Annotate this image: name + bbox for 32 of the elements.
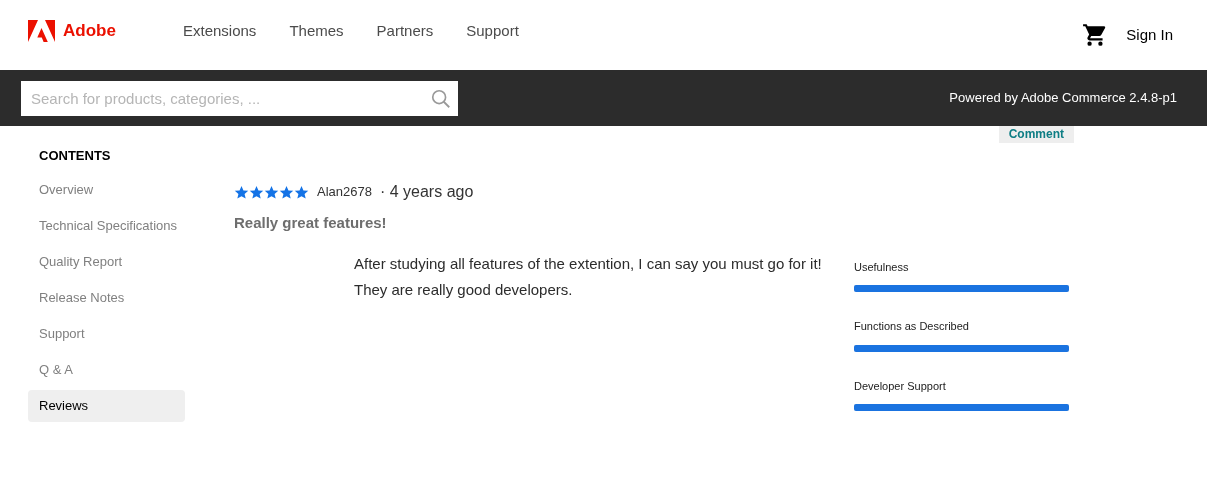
nav-link[interactable]: Themes — [289, 19, 344, 43]
nav-link[interactable]: Support — [466, 19, 519, 43]
review-text: They are really good developers. — [354, 279, 574, 300]
star-icon — [294, 184, 309, 200]
sidebar-item[interactable]: Q & A — [28, 354, 185, 386]
sidebar-item[interactable]: Technical Specifications — [28, 210, 185, 242]
sidebar-item[interactable]: Release Notes — [28, 282, 185, 314]
comment-button[interactable]: Comment — [998, 126, 1074, 143]
sign-in-link[interactable]: Sign In — [1126, 23, 1173, 47]
sidebar-item[interactable]: Support — [28, 318, 185, 350]
rating-label: Functions as Described — [854, 319, 970, 334]
powered-by-text: Powered by Adobe Commerce 2.4.8-p1 — [949, 89, 1177, 108]
sidebar-item[interactable]: Overview — [28, 174, 185, 206]
contents-heading: CONTENTS — [38, 147, 112, 165]
sidebar-item[interactable]: Reviews — [28, 390, 185, 422]
star-icon — [264, 184, 279, 200]
review-author: Alan2678 — [317, 183, 372, 202]
logo-text: Adobe — [63, 20, 116, 43]
nav-link[interactable]: Extensions — [183, 19, 257, 43]
review-title: Really great features! — [234, 213, 388, 233]
search-field[interactable]: Search for products, categories, ... — [21, 80, 458, 116]
rating-label: Developer Support — [854, 378, 947, 394]
star-icon — [234, 184, 249, 200]
review-age: · 4 years ago — [379, 182, 474, 202]
star-icon — [249, 184, 264, 200]
logo-icon — [28, 20, 55, 42]
sidebar-item[interactable]: Quality Report — [28, 246, 185, 278]
rating-label: Usefulness — [854, 259, 910, 275]
star-icon — [279, 184, 294, 200]
search-icon[interactable] — [430, 87, 452, 110]
nav-link[interactable]: Partners — [376, 19, 434, 43]
review-text: After studying all features of the extention, I can say you must go for it! — [354, 253, 823, 274]
